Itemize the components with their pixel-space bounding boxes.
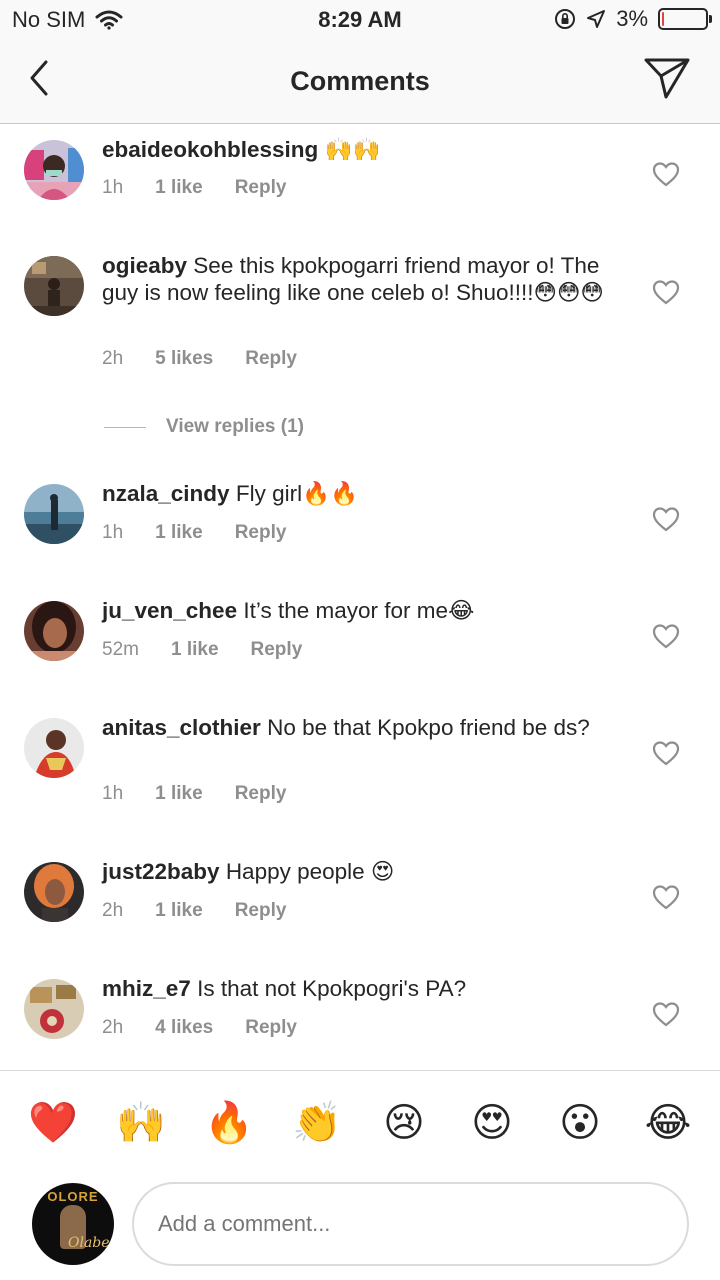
status-bar: No SIM 8:29 AM 3% bbox=[0, 0, 720, 40]
emoji-laughing-button[interactable]: 😂 bbox=[644, 1099, 692, 1147]
reply-button[interactable]: Reply bbox=[235, 177, 287, 199]
comment-username[interactable]: ju_ven_chee bbox=[102, 598, 237, 623]
reply-button[interactable]: Reply bbox=[245, 348, 297, 370]
battery-percent: 3% bbox=[616, 6, 648, 31]
emoji-surprised-button[interactable]: 😮 bbox=[556, 1099, 604, 1147]
comment-time: 2h bbox=[102, 348, 124, 369]
avatar[interactable] bbox=[24, 484, 84, 544]
comment-message: It’s the mayor for me😂 bbox=[243, 598, 475, 623]
comment-username[interactable]: nzala_cindy bbox=[102, 481, 230, 506]
comment-username[interactable]: just22baby bbox=[102, 859, 220, 884]
avatar-signature: Olabese bbox=[68, 1235, 114, 1251]
avatar[interactable] bbox=[24, 718, 84, 778]
comment-composer: OLORE Olabese bbox=[0, 1170, 720, 1280]
comment-username[interactable]: anitas_clothier bbox=[102, 715, 261, 740]
send-icon[interactable] bbox=[642, 56, 692, 100]
emoji-quick-bar: ❤️ 🙌 🔥 👏 😢 😍 😮 😂 bbox=[0, 1070, 720, 1170]
comment-message: Happy people 😍 bbox=[225, 859, 395, 884]
view-replies-label: View replies (1) bbox=[166, 416, 304, 437]
reply-button[interactable]: Reply bbox=[235, 522, 287, 544]
avatar[interactable] bbox=[24, 140, 84, 200]
comment-time: 1h bbox=[102, 522, 124, 543]
comment-likes[interactable]: 1 like bbox=[155, 783, 203, 805]
avatar[interactable] bbox=[24, 601, 84, 661]
header: Comments bbox=[0, 40, 720, 124]
emoji-fire-button[interactable]: 🔥 bbox=[204, 1099, 254, 1147]
emoji-heart-eyes-button[interactable]: 😍 bbox=[468, 1099, 516, 1147]
comment-meta: 2h 1 like Reply bbox=[102, 900, 286, 922]
comment-meta: 1h 1 like Reply bbox=[102, 783, 286, 805]
heart-icon[interactable] bbox=[652, 740, 680, 766]
heart-icon[interactable] bbox=[652, 1001, 680, 1027]
heart-icon[interactable] bbox=[652, 279, 680, 305]
comment-likes[interactable]: 4 likes bbox=[155, 1017, 213, 1039]
emoji-clap-button[interactable]: 👏 bbox=[292, 1099, 342, 1147]
reply-button[interactable]: Reply bbox=[235, 783, 287, 805]
divider-line bbox=[104, 426, 146, 428]
comment-text: ebaideokohblessing 🙌🙌 bbox=[102, 136, 622, 163]
avatar[interactable] bbox=[24, 979, 84, 1039]
location-arrow-icon bbox=[587, 10, 606, 28]
comment-meta: 1h 1 like Reply bbox=[102, 177, 286, 199]
comment-username[interactable]: ebaideokohblessing bbox=[102, 137, 318, 162]
comment-likes[interactable]: 1 like bbox=[155, 900, 203, 922]
comment-text: mhiz_e7 Is that not Kpokpogri's PA? bbox=[102, 975, 622, 1002]
avatar-logo-text: OLORE bbox=[47, 1189, 99, 1204]
view-replies-button[interactable]: View replies (1) bbox=[104, 416, 304, 438]
heart-icon[interactable] bbox=[652, 161, 680, 187]
battery-level bbox=[662, 12, 664, 26]
status-right: 3% bbox=[554, 6, 712, 32]
comment-time: 1h bbox=[102, 177, 124, 198]
heart-icon[interactable] bbox=[652, 884, 680, 910]
comment-username[interactable]: ogieaby bbox=[102, 253, 187, 278]
battery-icon bbox=[658, 8, 712, 30]
emoji-raised-hands-button[interactable]: 🙌 bbox=[116, 1099, 166, 1147]
comment-likes[interactable]: 1 like bbox=[171, 639, 219, 661]
comment-meta: 1h 1 like Reply bbox=[102, 522, 286, 544]
comment-message: No be that Kpokpo friend be ds? bbox=[267, 715, 590, 740]
comment-likes[interactable]: 5 likes bbox=[155, 348, 213, 370]
comment-username[interactable]: mhiz_e7 bbox=[102, 976, 191, 1001]
comment-meta: 52m 1 like Reply bbox=[102, 639, 302, 661]
heart-icon[interactable] bbox=[652, 506, 680, 532]
page-title: Comments bbox=[290, 66, 430, 96]
comment-message: Is that not Kpokpogri's PA? bbox=[197, 976, 467, 1001]
avatar[interactable] bbox=[24, 862, 84, 922]
comment-time: 2h bbox=[102, 1017, 124, 1038]
comment-time: 1h bbox=[102, 783, 124, 804]
comment-text: nzala_cindy Fly girl🔥🔥 bbox=[102, 480, 622, 507]
reply-button[interactable]: Reply bbox=[245, 1017, 297, 1039]
comment-list[interactable]: ebaideokohblessing 🙌🙌 1h 1 like Reply og… bbox=[0, 124, 720, 1070]
comment-meta: 2h 4 likes Reply bbox=[102, 1017, 297, 1039]
comment-text: ogieaby See this kpokpogarri friend mayo… bbox=[102, 252, 622, 306]
comment-message: Fly girl🔥🔥 bbox=[235, 481, 359, 506]
comment-text: ju_ven_chee It’s the mayor for me😂 bbox=[102, 597, 622, 624]
comment-likes[interactable]: 1 like bbox=[155, 522, 203, 544]
heart-icon[interactable] bbox=[652, 623, 680, 649]
comment-text: just22baby Happy people 😍 bbox=[102, 858, 622, 885]
comment-text: anitas_clothier No be that Kpokpo friend… bbox=[102, 714, 622, 741]
orientation-lock-icon bbox=[555, 9, 576, 29]
reply-button[interactable]: Reply bbox=[235, 900, 287, 922]
comment-likes[interactable]: 1 like bbox=[155, 177, 203, 199]
comment-time: 2h bbox=[102, 900, 124, 921]
comment-message: 🙌🙌 bbox=[324, 137, 381, 162]
reply-button[interactable]: Reply bbox=[251, 639, 303, 661]
avatar[interactable] bbox=[24, 256, 84, 316]
comment-input[interactable] bbox=[132, 1182, 689, 1266]
emoji-crying-button[interactable]: 😢 bbox=[380, 1099, 428, 1147]
emoji-heart-button[interactable]: ❤️ bbox=[28, 1099, 78, 1147]
comment-meta: 2h 5 likes Reply bbox=[102, 348, 297, 370]
current-user-avatar: OLORE Olabese bbox=[32, 1183, 114, 1265]
comment-time: 52m bbox=[102, 639, 139, 660]
